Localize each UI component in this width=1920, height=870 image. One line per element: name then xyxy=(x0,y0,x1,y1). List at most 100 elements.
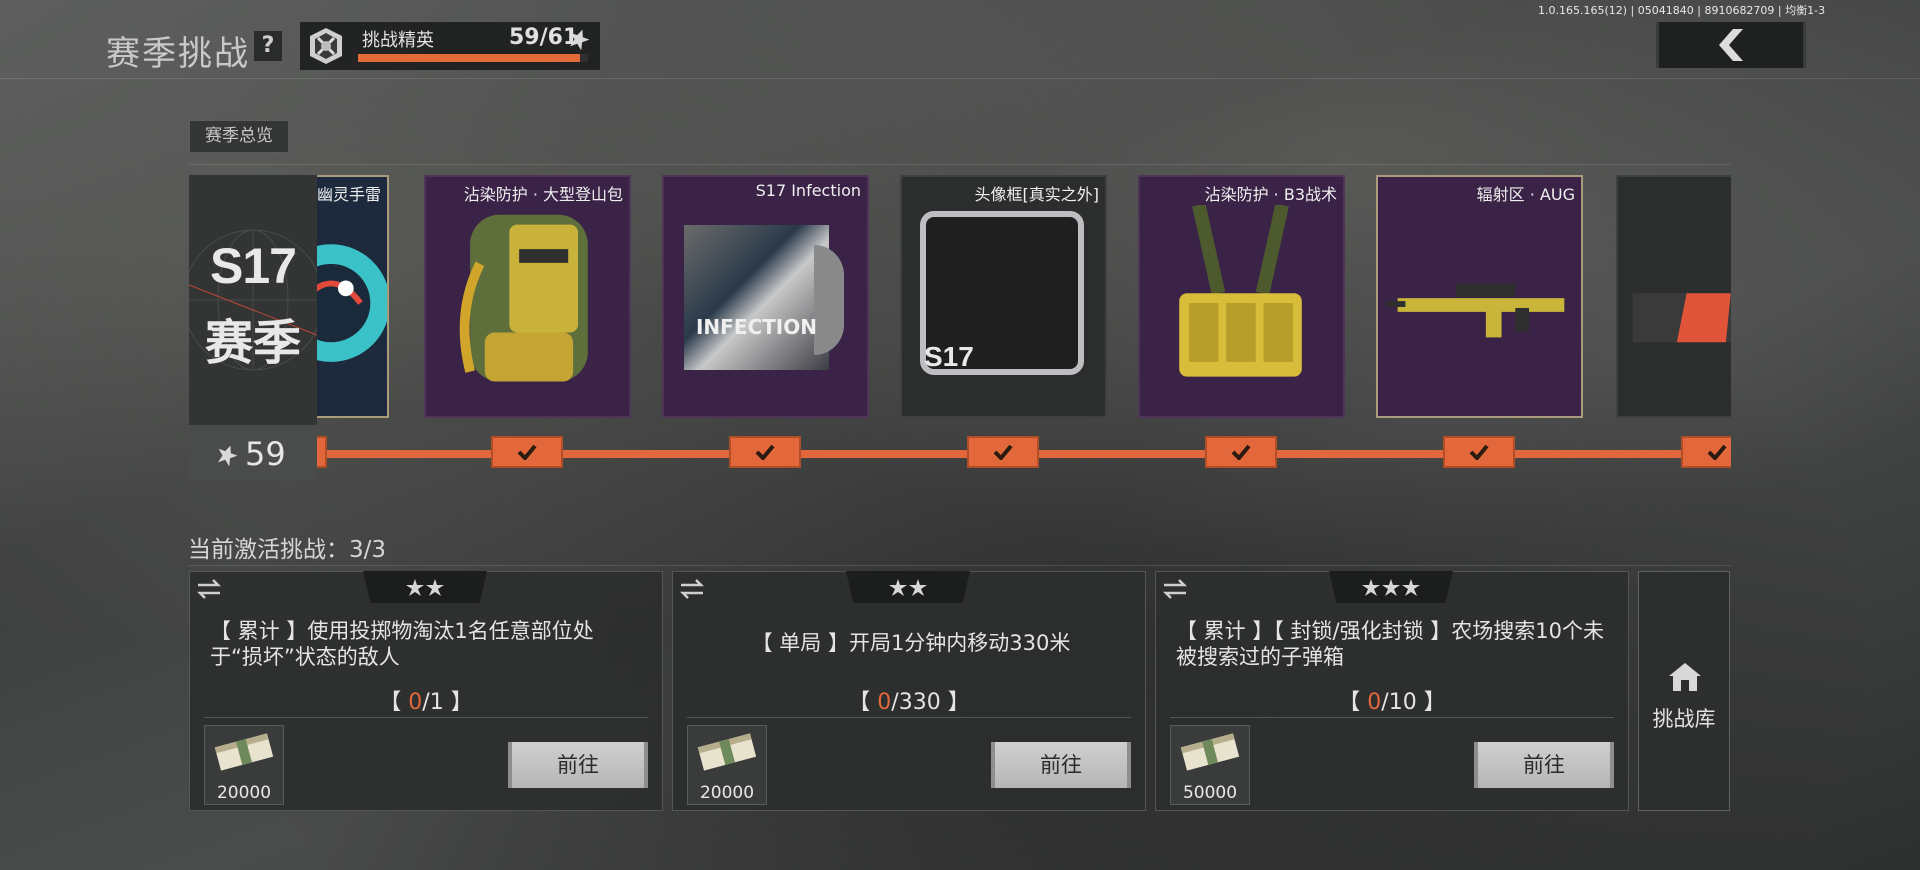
progress-open: 【 xyxy=(1338,690,1368,715)
challenge-card[interactable]: 【 单局 】开局1分钟内移动330米 【 0/330 】 20000 前往 xyxy=(672,571,1146,811)
reward-label: 辐射区 · AUG xyxy=(1476,185,1575,204)
rank-progress-fill xyxy=(358,54,581,62)
reward-card-avatar-frame[interactable]: 头像框[真实之外] S17 xyxy=(900,175,1107,418)
cash-icon xyxy=(214,733,274,771)
swap-icon[interactable] xyxy=(679,578,705,600)
check-icon xyxy=(993,444,1013,460)
star-icon xyxy=(406,579,424,596)
check-icon xyxy=(1231,444,1251,460)
challenge-description: 【 累计 】使用投掷物淘汰1名任意部位处于“损坏”状态的敌人 xyxy=(210,619,594,669)
season-label: 赛季 xyxy=(204,315,301,371)
reward-node xyxy=(1205,436,1277,468)
season-code: S17 xyxy=(210,238,297,294)
season-level-value: 59 xyxy=(245,435,286,473)
star-icon xyxy=(426,579,444,596)
go-button[interactable]: 前往 xyxy=(991,742,1131,788)
challenge-card[interactable]: 【 累计 】【 封锁/强化封锁 】农场搜索10个未被搜索过的子弹箱 【 0/10… xyxy=(1155,571,1629,811)
challenge-separator xyxy=(204,717,648,718)
avatar-frame-icon: S17 xyxy=(902,205,1105,410)
star-icons xyxy=(889,579,927,596)
challenge-progress: 【 0/10 】 xyxy=(1156,684,1628,716)
overview-divider xyxy=(189,164,1731,165)
star-icon xyxy=(889,579,907,596)
rifle-icon xyxy=(1385,283,1565,338)
progress-rest: /10 】 xyxy=(1381,690,1446,715)
cash-icon xyxy=(697,733,757,771)
star-icons xyxy=(1362,579,1420,596)
back-button[interactable] xyxy=(1656,22,1806,68)
star-icon xyxy=(1402,579,1420,596)
progress-current: 0 xyxy=(877,690,892,715)
rank-panel[interactable]: 挑战精英 59/61 xyxy=(300,22,600,70)
header-divider xyxy=(0,78,1920,79)
reward-label: S17 Infection xyxy=(755,181,861,200)
reward-node xyxy=(1681,436,1731,468)
level-star-icon xyxy=(217,445,238,466)
progress-rest: /330 】 xyxy=(891,690,970,715)
reward-track[interactable]: 幽灵手雷 沾染防护 · 大型登山包 S17 Infection INFECTIO… xyxy=(189,170,1731,482)
difficulty-stars xyxy=(846,571,970,603)
challenge-library-label: 挑战库 xyxy=(1652,707,1716,731)
avatar-frame-art-text: S17 xyxy=(924,341,974,372)
progress-rest: /1 】 xyxy=(422,690,473,715)
home-icon xyxy=(1669,663,1701,691)
rank-emblem-icon xyxy=(310,28,342,64)
challenge-library-button[interactable]: 挑战库 xyxy=(1638,571,1730,811)
reward-amount: 20000 xyxy=(216,783,272,803)
go-button[interactable]: 前往 xyxy=(508,742,648,788)
page-title: 赛季挑战 xyxy=(106,34,250,74)
challenge-separator xyxy=(687,717,1131,718)
difficulty-stars xyxy=(1329,571,1453,603)
season-level: 59 xyxy=(189,425,317,480)
star-icons xyxy=(406,579,444,596)
reward-card-aug[interactable]: 辐射区 · AUG xyxy=(1376,175,1583,418)
challenge-description: 【 单局 】开局1分钟内移动330米 xyxy=(751,631,1071,655)
swap-icon[interactable] xyxy=(1162,578,1188,600)
cash-icon xyxy=(1180,733,1240,771)
rank-star-icon xyxy=(569,29,590,50)
reward-card-weapon-skin[interactable] xyxy=(1616,175,1731,418)
reward-node xyxy=(491,436,563,468)
swap-icon[interactable] xyxy=(196,578,222,600)
infection-card-icon: INFECTION xyxy=(664,205,867,410)
active-challenges-title: 当前激活挑战：3/3 xyxy=(188,537,387,563)
progress-current: 0 xyxy=(1367,690,1382,715)
reward-amount: 20000 xyxy=(699,783,755,803)
challenge-progress: 【 0/330 】 xyxy=(673,684,1145,716)
reward-label: 头像框[真实之外] xyxy=(974,185,1100,204)
version-info: 1.0.165.165(12) | 05041840 | 8910682709 … xyxy=(1538,4,1826,17)
reward-label: 沾染防护 · 大型登山包 xyxy=(463,185,623,204)
reward-item[interactable]: 20000 xyxy=(204,725,284,805)
reward-card-backpack[interactable]: 沾染防护 · 大型登山包 xyxy=(424,175,631,418)
reward-amount: 50000 xyxy=(1182,783,1238,803)
reward-card-infection[interactable]: S17 Infection INFECTION xyxy=(662,175,869,418)
progress-current: 0 xyxy=(408,690,423,715)
check-icon xyxy=(517,444,537,460)
infection-art-text: INFECTION xyxy=(695,315,817,339)
progress-open: 【 xyxy=(848,690,878,715)
check-icon xyxy=(755,444,775,460)
challenges-divider xyxy=(189,565,1731,566)
reward-item[interactable]: 20000 xyxy=(687,725,767,805)
reward-label: 沾染防护 · B3战术 xyxy=(1204,185,1337,204)
go-button[interactable]: 前往 xyxy=(1474,742,1614,788)
weapon-skin-icon xyxy=(1632,293,1731,343)
reward-card-tactical-vest[interactable]: 沾染防护 · B3战术 xyxy=(1138,175,1345,418)
progress-open: 【 xyxy=(379,690,409,715)
tactical-vest-icon xyxy=(1179,205,1302,377)
season-overview-button[interactable]: 赛季总览 xyxy=(189,120,289,153)
challenge-card[interactable]: 【 累计 】使用投掷物淘汰1名任意部位处于“损坏”状态的敌人 【 0/1 】 2… xyxy=(189,571,663,811)
chevron-left-icon xyxy=(1719,29,1743,61)
check-icon xyxy=(1707,444,1727,460)
challenge-progress: 【 0/1 】 xyxy=(190,684,662,716)
star-icon xyxy=(1382,579,1400,596)
season-tile[interactable]: S17 赛季 59 xyxy=(189,175,317,480)
rank-progress-bar xyxy=(358,54,588,62)
globe-pattern xyxy=(189,229,317,371)
challenge-separator xyxy=(1170,717,1614,718)
reward-node xyxy=(1443,436,1515,468)
reward-item[interactable]: 50000 xyxy=(1170,725,1250,805)
help-button[interactable]: ? xyxy=(254,31,282,61)
rank-name: 挑战精英 xyxy=(362,30,434,51)
star-icon xyxy=(1362,579,1380,596)
